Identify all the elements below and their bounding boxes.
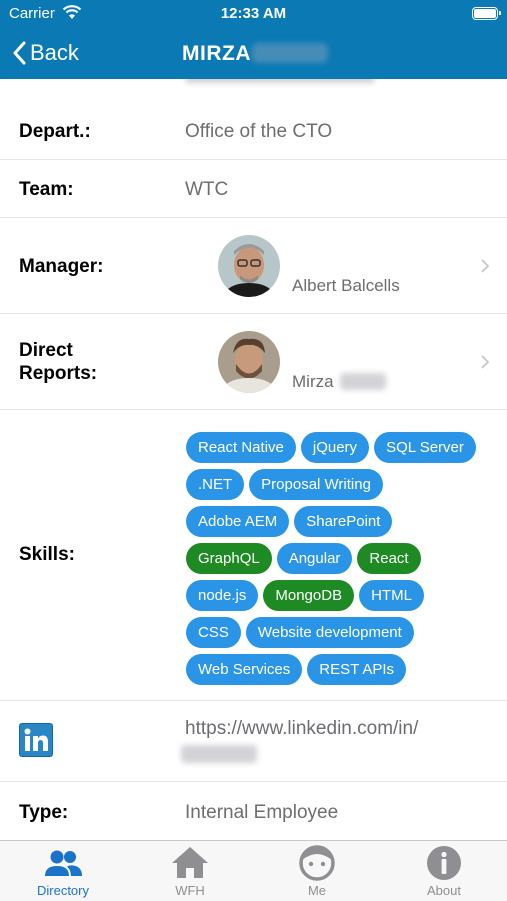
navigation-bar: Back MIRZA (0, 28, 507, 79)
tab-directory-label: Directory (36, 883, 89, 898)
skills-chip-row: React Native jQuery SQL Server (186, 432, 496, 463)
face-icon (299, 845, 335, 881)
people-icon (45, 850, 82, 876)
type-label: Type: (19, 802, 69, 823)
direct-reports-label-line2: Reports: (19, 363, 98, 384)
skills-chip-row: Web Services REST APIs (186, 654, 496, 685)
manager-label: Manager: (19, 256, 104, 277)
chevron-right-icon (481, 355, 490, 369)
scrolled-row (0, 79, 507, 102)
manager-name: Albert Balcells (292, 276, 400, 295)
tab-about[interactable]: About (381, 841, 507, 901)
info-icon (427, 846, 461, 880)
team-row: Team: WTC (0, 160, 507, 218)
skill-chip[interactable]: SQL Server (374, 432, 476, 463)
type-value: Internal Employee (185, 802, 339, 823)
back-button[interactable]: Back (12, 38, 79, 68)
skills-row: Skills: React Native jQuery SQL Server .NET… (0, 410, 507, 701)
back-label: Back (30, 40, 79, 65)
skill-chip[interactable]: GraphQL (186, 543, 272, 574)
skill-chip[interactable]: REST APIs (307, 654, 407, 685)
tab-directory[interactable]: Directory (0, 841, 126, 901)
skills-chip-row: Adobe AEM SharePoint (186, 506, 496, 537)
skill-chip[interactable]: SharePoint (294, 506, 393, 537)
skills-chip-row: node.js MongoDB HTML (186, 580, 496, 611)
linkedin-icon[interactable] (19, 723, 53, 757)
direct-reports-label: Direct Reports: (19, 339, 97, 385)
redacted-handle (181, 745, 257, 763)
linkedin-url[interactable]: https://www.linkedin.com/in/ (185, 718, 418, 740)
tab-wfh-label: WFH (175, 883, 205, 898)
home-icon (172, 847, 208, 878)
chevron-right-icon (481, 259, 490, 273)
tab-about-label: About (427, 883, 461, 898)
redacted-surname (340, 373, 386, 390)
skills-chip-list: React Native jQuery SQL Server .NET Proposal… (186, 432, 496, 691)
direct-reports-row[interactable]: Direct Reports: Mirza (0, 314, 507, 410)
department-row: Depart.: Office of the CTO (0, 101, 507, 160)
skill-chip[interactable]: Proposal Writing (249, 469, 383, 500)
skill-chip[interactable]: React (357, 543, 421, 574)
skill-chip[interactable]: Website development (245, 617, 414, 648)
type-row: Type: Internal Employee (0, 782, 507, 840)
skill-chip[interactable]: React Native (186, 432, 296, 463)
linkedin-row[interactable]: https://www.linkedin.com/in/ (0, 701, 507, 782)
direct-reports-label-line1: Direct (19, 340, 73, 361)
department-label: Depart.: (19, 121, 91, 142)
tab-wfh[interactable]: WFH (127, 841, 253, 901)
skill-chip[interactable]: node.js (186, 580, 259, 611)
skills-label: Skills: (19, 544, 75, 565)
tab-me-label: Me (307, 883, 327, 898)
manager-row[interactable]: Manager: Albert Balcells (0, 218, 507, 314)
skills-chip-row: CSS Website development (186, 617, 496, 648)
direct-report-avatar (218, 331, 280, 393)
chevron-left-icon (13, 41, 26, 65)
skills-chip-row: .NET Proposal Writing (186, 469, 496, 500)
skill-chip[interactable]: MongoDB (263, 580, 355, 611)
profile-details[interactable]: Depart.: Office of the CTO Team: WTC Man… (0, 79, 507, 840)
team-label: Team: (19, 179, 74, 200)
skill-chip[interactable]: CSS (186, 617, 241, 648)
skills-chip-row: GraphQL Angular React (186, 543, 496, 574)
skill-chip[interactable]: Angular (276, 543, 353, 574)
manager-avatar (218, 235, 280, 297)
tab-bar: Directory WFH Me About (0, 840, 507, 901)
department-value: Office of the CTO (185, 121, 333, 142)
redacted-text (185, 79, 375, 83)
skill-chip[interactable]: .NET (186, 469, 245, 500)
status-bar: Carrier 12:33 AM (0, 0, 507, 28)
page-title: MIRZA (182, 42, 251, 65)
redacted-surname (252, 43, 328, 63)
team-value: WTC (185, 179, 229, 200)
tab-me[interactable]: Me (254, 841, 380, 901)
battery-icon (472, 7, 501, 20)
direct-report-name: Mirza (292, 372, 334, 391)
skill-chip[interactable]: jQuery (300, 432, 370, 463)
skill-chip[interactable]: Web Services (186, 654, 303, 685)
skill-chip[interactable]: HTML (359, 580, 424, 611)
clock: 12:33 AM (220, 5, 287, 22)
skill-chip[interactable]: Adobe AEM (186, 506, 290, 537)
